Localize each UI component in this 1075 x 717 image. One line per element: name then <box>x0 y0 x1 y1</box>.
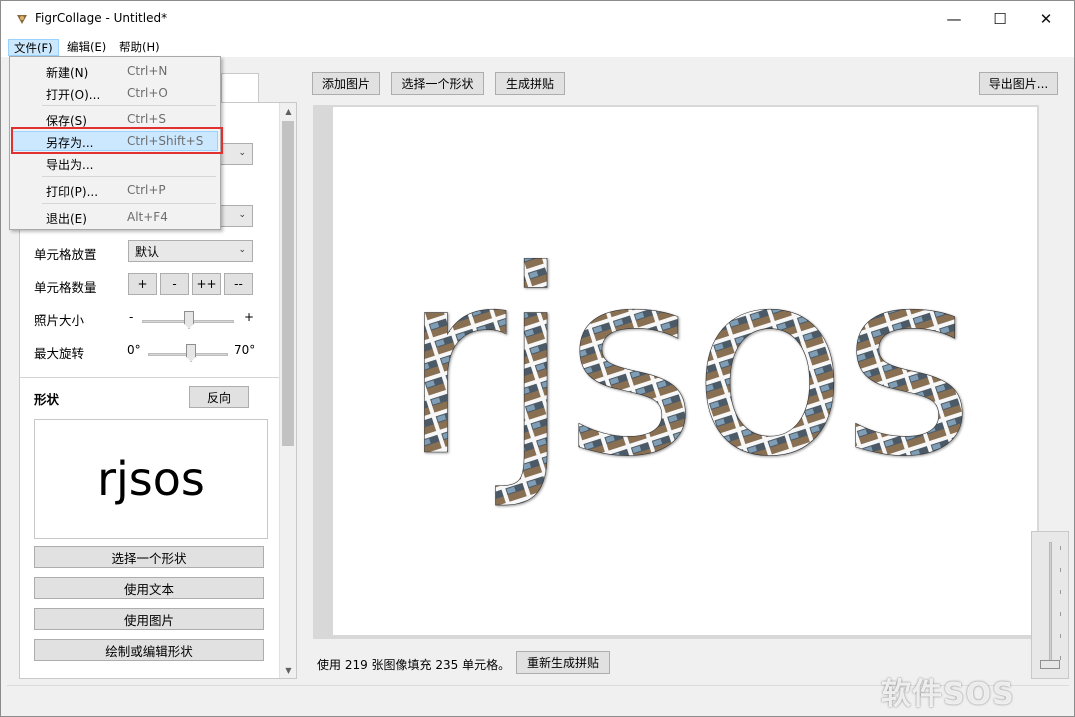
draw-edit-shape-button[interactable]: 绘制或编辑形状 <box>34 639 264 661</box>
regenerate-collage-button[interactable]: 重新生成拼贴 <box>516 651 610 674</box>
menu-help[interactable]: 帮助(H) <box>114 39 165 56</box>
reverse-button[interactable]: 反向 <box>189 386 249 408</box>
watermark: 软件SOS <box>881 677 1015 712</box>
photo-size-max: + <box>244 310 255 324</box>
chevron-down-icon: ⌄ <box>238 245 246 255</box>
export-image-button[interactable]: 导出图片... <box>979 72 1058 95</box>
shape-preview: rjsos <box>34 419 268 539</box>
zoom-tick <box>1060 590 1061 594</box>
window-title: FigrCollage - Untitled* <box>35 11 168 25</box>
cell-count-plus-plus-button[interactable]: ++ <box>192 273 221 295</box>
menu-item-shortcut: Ctrl+S <box>127 112 167 126</box>
menu-item-shortcut: Ctrl+P <box>127 183 166 197</box>
section-divider <box>20 377 280 378</box>
scrollbar-thumb[interactable] <box>282 121 294 446</box>
max-rotation-min: 0° <box>127 343 141 357</box>
close-button[interactable]: ✕ <box>1023 1 1069 37</box>
collage-canvas[interactable]: rjsos <box>333 107 1037 635</box>
menu-item-label: 打开(O)... <box>46 88 101 102</box>
menu-item-print[interactable]: 打印(P)... Ctrl+P <box>12 180 218 200</box>
menu-item-open[interactable]: 打开(O)... Ctrl+O <box>12 83 218 103</box>
left-panel-tab[interactable] <box>221 73 259 103</box>
menu-bar: 文件(F) 编辑(E) 帮助(H) <box>1 37 1074 57</box>
menu-item-label: 退出(E) <box>46 212 87 226</box>
app-window: FigrCollage - Untitled* — ☐ ✕ 文件(F) 编辑(E… <box>0 0 1075 717</box>
use-image-button[interactable]: 使用图片 <box>34 608 264 630</box>
zoom-tick <box>1060 634 1061 638</box>
zoom-tick <box>1060 546 1061 550</box>
cell-placement-label: 单元格放置 <box>34 247 97 262</box>
choose-shape-button[interactable]: 选择一个形状 <box>34 546 264 568</box>
choose-shape-toolbar-button[interactable]: 选择一个形状 <box>391 72 484 95</box>
menu-separator <box>42 105 216 106</box>
status-text: 使用 219 张图像填充 235 单元格。 <box>317 658 511 672</box>
minimize-button[interactable]: — <box>931 1 977 37</box>
menu-item-label: 新建(N) <box>46 66 89 80</box>
photo-size-min: - <box>129 310 134 324</box>
cell-count-plus-button[interactable]: + <box>128 273 157 295</box>
menu-item-new[interactable]: 新建(N) Ctrl+N <box>12 61 218 81</box>
cell-count-label: 单元格数量 <box>34 280 97 295</box>
scroll-down-icon[interactable]: ▼ <box>280 662 297 678</box>
menu-item-label: 导出为... <box>46 158 94 172</box>
shape-section-title: 形状 <box>34 392 60 407</box>
menu-item-shortcut: Alt+F4 <box>127 210 168 224</box>
menu-item-exit[interactable]: 退出(E) Alt+F4 <box>12 207 218 227</box>
max-rotation-max: 70° <box>234 343 256 357</box>
zoom-track[interactable] <box>1049 542 1052 667</box>
cell-placement-select[interactable]: 默认 ⌄ <box>128 240 253 262</box>
app-logo-icon <box>17 15 27 24</box>
collage-text: rjsos <box>401 216 968 513</box>
photo-size-label: 照片大小 <box>34 313 85 328</box>
zoom-tick <box>1060 612 1061 616</box>
maximize-button[interactable]: ☐ <box>977 1 1023 37</box>
photo-size-slider-handle[interactable] <box>184 311 194 329</box>
menu-item-label: 打印(P)... <box>46 185 99 199</box>
generate-collage-button[interactable]: 生成拼贴 <box>495 72 565 95</box>
menu-edit[interactable]: 编辑(E) <box>62 39 111 56</box>
annotation-highlight-box <box>11 127 223 154</box>
menu-item-save[interactable]: 保存(S) Ctrl+S <box>12 109 218 129</box>
max-rotation-label: 最大旋转 <box>34 346 85 361</box>
add-images-button[interactable]: 添加图片 <box>312 72 380 95</box>
menu-item-shortcut: Ctrl+N <box>127 64 168 78</box>
settings-scrollbar[interactable]: ▲ ▼ <box>279 103 296 678</box>
cell-placement-value: 默认 <box>135 245 160 259</box>
menu-item-shortcut: Ctrl+O <box>127 86 168 100</box>
menu-separator <box>42 203 216 204</box>
cell-count-minus-button[interactable]: - <box>160 273 189 295</box>
zoom-slider-handle[interactable] <box>1040 660 1060 669</box>
menu-item-export-as[interactable]: 导出为... <box>12 153 218 173</box>
zoom-panel <box>1031 531 1069 679</box>
max-rotation-slider-handle[interactable] <box>186 344 196 362</box>
zoom-tick <box>1060 568 1061 572</box>
shape-preview-text: rjsos <box>97 452 205 506</box>
cell-count-minus-minus-button[interactable]: -- <box>224 273 253 295</box>
scroll-up-icon[interactable]: ▲ <box>280 103 297 119</box>
collage-image: rjsos <box>401 216 975 514</box>
menu-file[interactable]: 文件(F) <box>8 39 59 56</box>
menu-separator <box>42 176 216 177</box>
zoom-tick <box>1060 656 1061 660</box>
title-bar: FigrCollage - Untitled* — ☐ ✕ <box>1 1 1074 37</box>
use-text-button[interactable]: 使用文本 <box>34 577 264 599</box>
